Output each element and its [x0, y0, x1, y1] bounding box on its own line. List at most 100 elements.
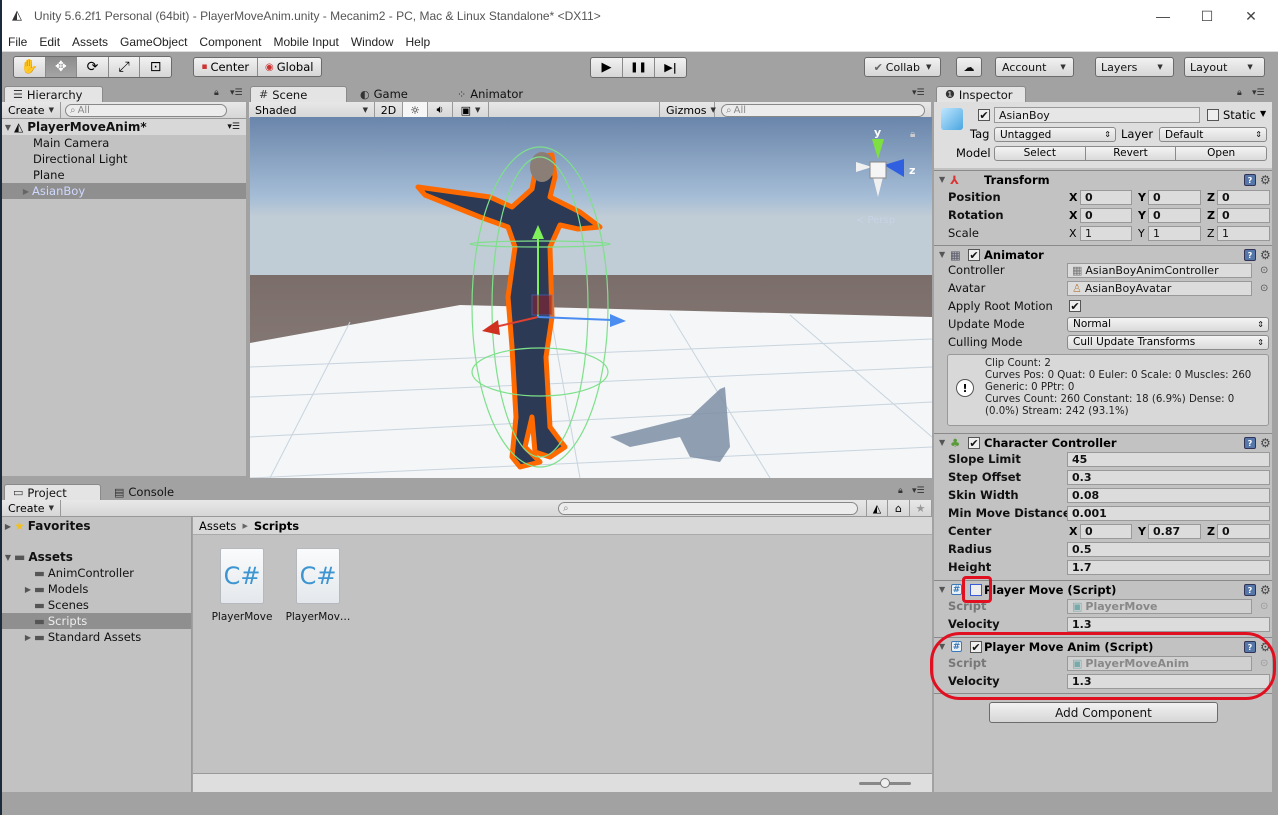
folder-item-selected[interactable]: ▬ Scripts — [2, 613, 191, 629]
rotate-tool-button[interactable]: ⟳ — [77, 57, 109, 77]
expand-arrow-icon[interactable]: ▼ — [2, 123, 14, 132]
tab-console[interactable]: ▤ Console — [106, 484, 182, 500]
tag-dropdown[interactable]: Untagged ⇕ — [994, 127, 1116, 142]
hierarchy-search-input[interactable]: ⌕ All — [64, 103, 227, 117]
plane-handle[interactable] — [531, 294, 553, 316]
menu-assets[interactable]: Assets — [72, 35, 108, 49]
lighting-toggle[interactable]: ☼ — [403, 102, 428, 118]
collapse-arrow-icon[interactable]: ▼ — [939, 585, 945, 594]
scene-menu-icon[interactable]: ▾☰ — [227, 122, 240, 132]
pivot-global-button[interactable]: ◉ Global — [258, 58, 322, 76]
gear-icon[interactable]: ⚙ — [1260, 436, 1271, 450]
hierarchy-item[interactable]: Directional Light — [2, 151, 246, 167]
center-y-input[interactable]: 0.87 — [1148, 523, 1201, 539]
audio-toggle[interactable]: 🔉︎ — [428, 102, 453, 118]
character-controller-header[interactable]: ▼ ♣ Character Controller ? ⚙ — [934, 433, 1272, 451]
projection-label[interactable]: < Persp — [856, 215, 895, 226]
scene-lock-icon[interactable]: 🔒︎ — [910, 129, 915, 140]
help-icon[interactable]: ? — [1244, 584, 1256, 596]
slope-limit-input[interactable]: 45 — [1067, 451, 1270, 467]
scene-viewport[interactable]: y z < Persp 🔒︎ — [250, 117, 932, 478]
folder-item[interactable]: ▶ ▬ Models — [2, 581, 191, 597]
toggle-2d-button[interactable]: 2D — [375, 102, 403, 118]
breadcrumb-assets[interactable]: Assets — [199, 519, 236, 533]
avatar-field[interactable]: ♙ AsianBoyAvatar — [1067, 280, 1252, 296]
root-motion-checkbox[interactable] — [1069, 300, 1081, 312]
animator-enabled-checkbox[interactable] — [968, 249, 980, 261]
object-picker-icon[interactable]: ⊙ — [1260, 265, 1268, 276]
rect-tool-button[interactable]: ⊡ — [140, 57, 171, 77]
folder-item[interactable]: ▶ ▬ Standard Assets — [2, 629, 191, 645]
tab-hierarchy[interactable]: ☰ Hierarchy — [4, 86, 103, 102]
object-name-input[interactable]: AsianBoy — [994, 107, 1200, 123]
scale-tool-button[interactable]: ⤢ — [109, 57, 141, 77]
tab-inspector[interactable]: ❶ Inspector — [936, 86, 1026, 102]
player-move-velocity-input[interactable]: 1.3 — [1067, 616, 1270, 632]
lock-icon[interactable]: 🔒︎ — [214, 88, 219, 98]
character-controller-enabled-checkbox[interactable] — [968, 437, 980, 449]
tab-game[interactable]: ◐ Game — [352, 86, 416, 102]
rotation-z-input[interactable]: 0 — [1217, 207, 1270, 223]
move-tool-button[interactable]: ✥ — [45, 57, 78, 77]
menu-gameobject[interactable]: GameObject — [120, 35, 187, 49]
rotation-x-input[interactable]: 0 — [1080, 207, 1132, 223]
step-offset-input[interactable]: 0.3 — [1067, 469, 1270, 485]
tab-project[interactable]: ▭ Project — [4, 484, 101, 500]
filter-by-label-button[interactable]: ⌂ — [888, 500, 910, 516]
min-move-distance-input[interactable]: 0.001 — [1067, 505, 1270, 521]
static-checkbox[interactable] — [1207, 109, 1219, 121]
step-button[interactable]: ▶| — [655, 58, 686, 77]
hierarchy-item[interactable]: Main Camera — [2, 135, 246, 151]
position-y-input[interactable]: 0 — [1148, 189, 1201, 205]
file-label[interactable]: PlayerMov… — [278, 611, 358, 623]
height-input[interactable]: 1.7 — [1067, 559, 1270, 575]
effects-dropdown[interactable]: ▣ ▼ — [453, 102, 489, 118]
filter-by-type-button[interactable]: ◭ — [866, 500, 888, 516]
layout-dropdown[interactable]: Layout ▼ — [1184, 57, 1265, 77]
tab-animator[interactable]: ⁘ Animator — [449, 86, 531, 102]
gear-icon[interactable]: ⚙ — [1260, 173, 1271, 187]
model-select-button[interactable]: Select — [995, 147, 1086, 160]
hand-tool-button[interactable]: ✋ — [14, 57, 46, 77]
help-icon[interactable]: ? — [1244, 437, 1256, 449]
panel-menu-icon[interactable]: ▾☰ — [230, 88, 243, 98]
panel-menu-icon[interactable]: ▾☰ — [912, 486, 925, 496]
gear-icon[interactable]: ⚙ — [1260, 248, 1271, 262]
skin-width-input[interactable]: 0.08 — [1067, 487, 1270, 503]
transform-header[interactable]: ▼ ⅄ Transform ? ⚙ — [934, 170, 1272, 188]
object-picker-icon[interactable]: ⊙ — [1260, 283, 1268, 294]
favorites-item[interactable]: ▶ ★ Favorites — [2, 518, 191, 534]
scene-search-input[interactable]: ⌕ All — [721, 103, 925, 117]
gear-icon[interactable]: ⚙ — [1260, 583, 1271, 597]
tab-scene[interactable]: # Scene — [250, 86, 347, 102]
icon-size-slider-thumb[interactable] — [880, 778, 890, 788]
lock-icon[interactable]: 🔒︎ — [898, 486, 903, 496]
expand-arrow-icon[interactable]: ▶ — [22, 633, 34, 642]
minimize-button[interactable]: — — [1140, 0, 1186, 32]
favorites-button[interactable]: ★ — [910, 500, 932, 516]
expand-arrow-icon[interactable]: ▶ — [20, 187, 32, 196]
csharp-file-icon[interactable]: C# — [220, 548, 264, 604]
collab-button[interactable]: ✔ Collab ▼ — [864, 57, 941, 77]
menu-window[interactable]: Window — [351, 35, 394, 49]
scale-z-input[interactable]: 1 — [1217, 225, 1270, 241]
folder-item[interactable]: ▬ Scenes — [2, 597, 191, 613]
pivot-center-button[interactable]: ▪ Center — [194, 58, 258, 76]
position-z-input[interactable]: 0 — [1217, 189, 1270, 205]
collapse-arrow-icon[interactable]: ▼ — [939, 438, 945, 447]
help-icon[interactable]: ? — [1244, 249, 1256, 261]
folder-item[interactable]: ▬ AnimController — [2, 565, 191, 581]
scale-y-input[interactable]: 1 — [1148, 225, 1201, 241]
csharp-file-icon[interactable]: C# — [296, 548, 340, 604]
static-dropdown-icon[interactable]: ▼ — [1260, 109, 1266, 118]
model-open-button[interactable]: Open — [1176, 147, 1266, 160]
help-icon[interactable]: ? — [1244, 174, 1256, 186]
layer-dropdown[interactable]: Default ⇕ — [1159, 127, 1267, 142]
panel-menu-icon[interactable]: ▾☰ — [912, 88, 925, 98]
collapse-arrow-icon[interactable]: ▼ — [939, 175, 945, 184]
maximize-button[interactable]: ☐ — [1184, 0, 1230, 32]
expand-arrow-icon[interactable]: ▶ — [2, 522, 14, 531]
menu-mobile-input[interactable]: Mobile Input — [273, 35, 338, 49]
account-dropdown[interactable]: Account ▼ — [995, 57, 1074, 77]
hierarchy-item[interactable]: Plane — [2, 167, 246, 183]
